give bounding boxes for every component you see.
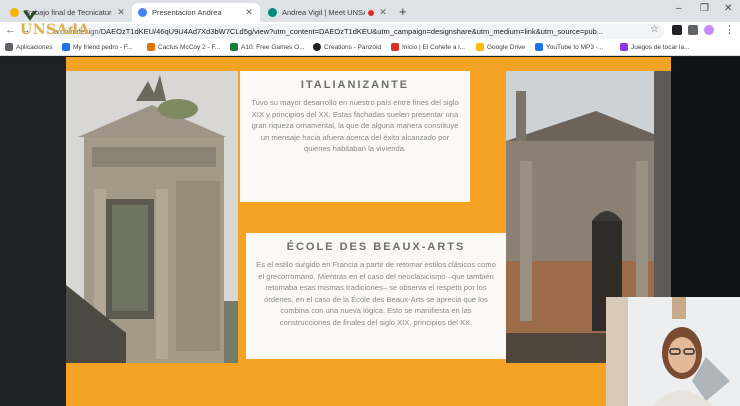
close-icon[interactable]: ✕	[244, 7, 254, 18]
tab-meet[interactable]: Andrea Vigil | Meet UNSAdA ✕	[262, 3, 394, 22]
italianizante-textbox: ITALIANIZANTE Tuvo su mayor desarrollo e…	[240, 71, 470, 202]
new-tab-button[interactable]: +	[399, 4, 407, 19]
url-text: DAEOzT1dKEU/46qU9U4Ad7Xd3bW7CLd5g/view?u…	[100, 27, 604, 36]
address-toolbar: ← → a.com/design/DAEOzT1dKEU/46qU9U4Ad7X…	[0, 22, 740, 41]
section-title: ITALIANIZANTE	[300, 79, 410, 91]
bookmark-google-drive[interactable]: Google Drive	[476, 43, 525, 51]
tab-label: Presentacion Andrea	[152, 8, 222, 17]
bookmark-apps[interactable]: Aplicaciones	[5, 43, 53, 51]
close-window-icon[interactable]: ✕	[724, 3, 732, 14]
slide: ITALIANIZANTE Tuvo su mayor desarrollo e…	[66, 57, 671, 406]
bookmark-cactus-mccoy[interactable]: Cactus McCoy 2 - F...	[147, 43, 220, 51]
webcam-person-image	[606, 297, 740, 406]
beaux-arts-textbox: ÉCOLE DES BEAUX-ARTS Es el estilo surgid…	[246, 233, 506, 359]
bookmark-youtube-mp3[interactable]: YouTube to MP3 -...	[535, 43, 603, 51]
bookmark-el-cohete[interactable]: Inicio | El Cohete a l...	[391, 43, 465, 51]
viewer-dark-margin	[671, 57, 740, 297]
site-favicon-icon	[62, 43, 70, 51]
webcam-preview[interactable]	[606, 297, 740, 406]
section-title: ÉCOLE DES BEAUX-ARTS	[286, 241, 466, 253]
extension-puzzle-icon[interactable]	[688, 25, 698, 35]
recording-dot-icon	[368, 9, 374, 16]
profile-avatar-icon[interactable]	[704, 25, 714, 35]
close-icon[interactable]: ✕	[378, 7, 388, 18]
maximize-icon[interactable]: ❐	[700, 3, 709, 14]
site-favicon-icon	[313, 43, 321, 51]
apps-grid-icon	[5, 43, 13, 51]
section-body: Tuvo su mayor desarrollo en nuestro país…	[251, 98, 459, 154]
bookmark-star-icon[interactable]: ☆	[650, 24, 659, 35]
bookmarks-bar: Aplicaciones My friend pedro - F... Cact…	[0, 41, 740, 56]
docs-favicon-icon	[10, 8, 19, 17]
site-favicon-icon	[620, 43, 628, 51]
menu-kebab-icon[interactable]: ⋮	[724, 23, 735, 36]
drive-icon	[476, 43, 484, 51]
unsada-logo: UNSAdA	[20, 22, 90, 38]
italianate-facade-photo	[66, 71, 238, 363]
back-arrow-icon[interactable]: ←	[5, 24, 16, 36]
section-body: Es el estilo surgido en Francia a partir…	[256, 260, 496, 327]
bookmark-my-friend-pedro[interactable]: My friend pedro - F...	[62, 43, 133, 51]
tab-label: Andrea Vigil | Meet UNSAdA	[282, 8, 365, 17]
meet-favicon-icon	[268, 8, 277, 17]
minimize-icon[interactable]: –	[676, 3, 682, 14]
site-favicon-icon	[147, 43, 155, 51]
extension-icon[interactable]	[672, 25, 682, 35]
bookmark-panzoid[interactable]: Creations - Panzoid	[313, 43, 381, 51]
site-favicon-icon	[535, 43, 543, 51]
canva-favicon-icon	[138, 8, 147, 17]
bookmark-a10-games[interactable]: A10: Free Games O...	[230, 43, 305, 51]
address-bar[interactable]: a.com/design/DAEOzT1dKEU/46qU9U4Ad7Xd3bW…	[46, 24, 664, 39]
site-favicon-icon	[230, 43, 238, 51]
site-favicon-icon	[391, 43, 399, 51]
unsada-crest-icon	[23, 11, 37, 21]
bookmark-juegos[interactable]: Juegos de tocar la...	[620, 43, 690, 51]
tab-strip: Trabajo final de Tecnicatura - Vig ✕ Pre…	[0, 0, 740, 22]
tab-presentacion-andrea[interactable]: Presentacion Andrea ✕	[132, 3, 260, 22]
mausoleum-illustration	[66, 71, 238, 363]
close-icon[interactable]: ✕	[116, 7, 126, 18]
